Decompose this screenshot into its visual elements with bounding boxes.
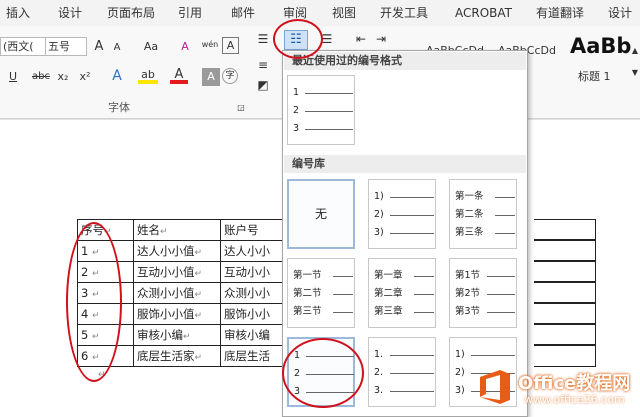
annotation-circle-selected-format <box>282 338 364 408</box>
tab-design[interactable]: 设计 <box>58 0 82 26</box>
office-logo-icon <box>480 370 510 404</box>
annotation-circle-serial-column <box>66 222 122 382</box>
table-right-columns <box>534 219 596 367</box>
bullets-icon[interactable]: ☰ <box>254 30 272 48</box>
watermark-url: www.office26.com <box>524 393 625 406</box>
numbering-dot-tile[interactable]: 1. 2. 3. <box>368 337 436 407</box>
recent-formats-header: 最近使用过的编号格式 <box>284 52 526 70</box>
subscript-button[interactable]: x₂ <box>54 68 72 86</box>
table-header-cell[interactable]: 账户号 <box>220 219 288 241</box>
font-dialog-launcher-icon[interactable]: ◲ <box>232 99 250 117</box>
align-left-icon[interactable]: ≡ <box>254 56 272 74</box>
shading-icon[interactable]: ◩ <box>254 76 272 94</box>
pinyin-button[interactable]: wén <box>198 36 222 54</box>
shrink-font-button[interactable]: A <box>108 39 126 57</box>
decrease-indent-icon[interactable]: ⇤ <box>352 30 370 48</box>
numbering-paren-tile[interactable]: 1) 2) 3) <box>368 179 436 249</box>
change-case-button[interactable]: Aa <box>138 38 164 56</box>
numbering-section-num-tile[interactable]: 第1节 第2节 第3节 <box>449 258 517 328</box>
tab-design-2[interactable]: 设计 <box>608 0 632 26</box>
numbering-chapter-tile[interactable]: 第一章 第二章 第三章 <box>368 258 436 328</box>
superscript-button[interactable]: x² <box>76 68 94 86</box>
font-color-button[interactable]: A <box>170 66 188 84</box>
annotation-circle-numbering-button <box>273 19 323 59</box>
char-border-button[interactable]: A <box>222 37 239 54</box>
gallery-scroll-up-icon[interactable]: ▲ <box>626 42 640 60</box>
table-header-cell[interactable]: 姓名↵ <box>133 219 221 241</box>
font-group-label: 字体 <box>108 101 130 114</box>
style-heading1[interactable]: AaBb <box>570 34 631 58</box>
numbering-library-header: 编号库 <box>284 155 526 173</box>
tab-view[interactable]: 视图 <box>332 0 356 26</box>
char-shading-button[interactable]: A <box>202 68 220 86</box>
tab-mailings[interactable]: 邮件 <box>231 0 255 26</box>
numbering-section-tile[interactable]: 第一节 第二节 第三节 <box>287 258 355 328</box>
style-heading1-label: 标题 1 <box>578 70 611 83</box>
font-name-box[interactable]: (西文( <box>0 37 46 56</box>
increase-indent-icon[interactable]: ⇥ <box>372 30 390 48</box>
grow-font-button[interactable]: A <box>90 38 108 56</box>
tab-acrobat[interactable]: ACROBAT <box>455 0 512 26</box>
watermark: Office教程网 www.office26.com <box>476 363 640 415</box>
tab-insert[interactable]: 插入 <box>6 0 30 26</box>
highlight-button[interactable]: ab <box>138 66 158 84</box>
strikethrough-button[interactable]: abc <box>30 68 52 86</box>
gallery-scroll-down-icon[interactable]: ▼ <box>626 64 640 82</box>
tab-developer[interactable]: 开发工具 <box>380 0 428 26</box>
ribbon-tab-bar: 插入 设计 页面布局 引用 邮件 审阅 视图 开发工具 ACROBAT 有道翻译… <box>0 0 640 27</box>
numbering-article-tile[interactable]: 第一条 第二条 第三条 <box>449 179 517 249</box>
recent-format-tile[interactable]: 1 2 3 <box>287 75 355 145</box>
text-effect-button[interactable]: A <box>108 67 126 85</box>
clear-format-button[interactable]: A <box>176 38 194 56</box>
enclose-char-button[interactable]: 字 <box>222 68 238 84</box>
underline-button[interactable]: U <box>4 68 22 86</box>
font-size-box[interactable]: 五号 <box>45 37 87 56</box>
numbering-none-tile[interactable]: 无 <box>287 179 355 249</box>
watermark-title: Office教程网 <box>518 373 631 394</box>
tab-layout[interactable]: 页面布局 <box>107 0 155 26</box>
font-name-value: (西文( <box>3 40 34 53</box>
tab-references[interactable]: 引用 <box>178 0 202 26</box>
tab-youdao[interactable]: 有道翻译 <box>536 0 584 26</box>
font-size-value: 五号 <box>48 40 70 53</box>
